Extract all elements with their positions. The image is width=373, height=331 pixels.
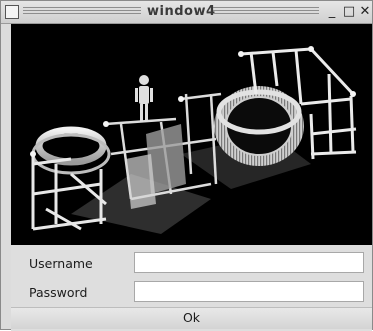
username-field[interactable]: [134, 252, 364, 273]
maximize-icon[interactable]: □: [342, 4, 356, 19]
window-title: window4: [147, 4, 216, 19]
username-label: Username: [29, 256, 93, 271]
minimize-icon[interactable]: _: [325, 4, 339, 19]
password-field[interactable]: [134, 281, 364, 302]
title-bar-grip-right: [213, 7, 319, 16]
close-icon[interactable]: ✕: [358, 4, 372, 19]
window-menu-icon[interactable]: [5, 5, 19, 19]
ok-button[interactable]: Ok: [11, 307, 372, 329]
3d-viewport[interactable]: [11, 24, 372, 245]
password-label: Password: [29, 285, 88, 300]
title-bar-grip-left: [23, 7, 141, 16]
title-bar[interactable]: window4 _ □ ✕: [1, 1, 372, 24]
3d-scene-render: [30, 46, 357, 234]
application-window: window4 _ □ ✕ Username Password Ok: [0, 0, 373, 331]
